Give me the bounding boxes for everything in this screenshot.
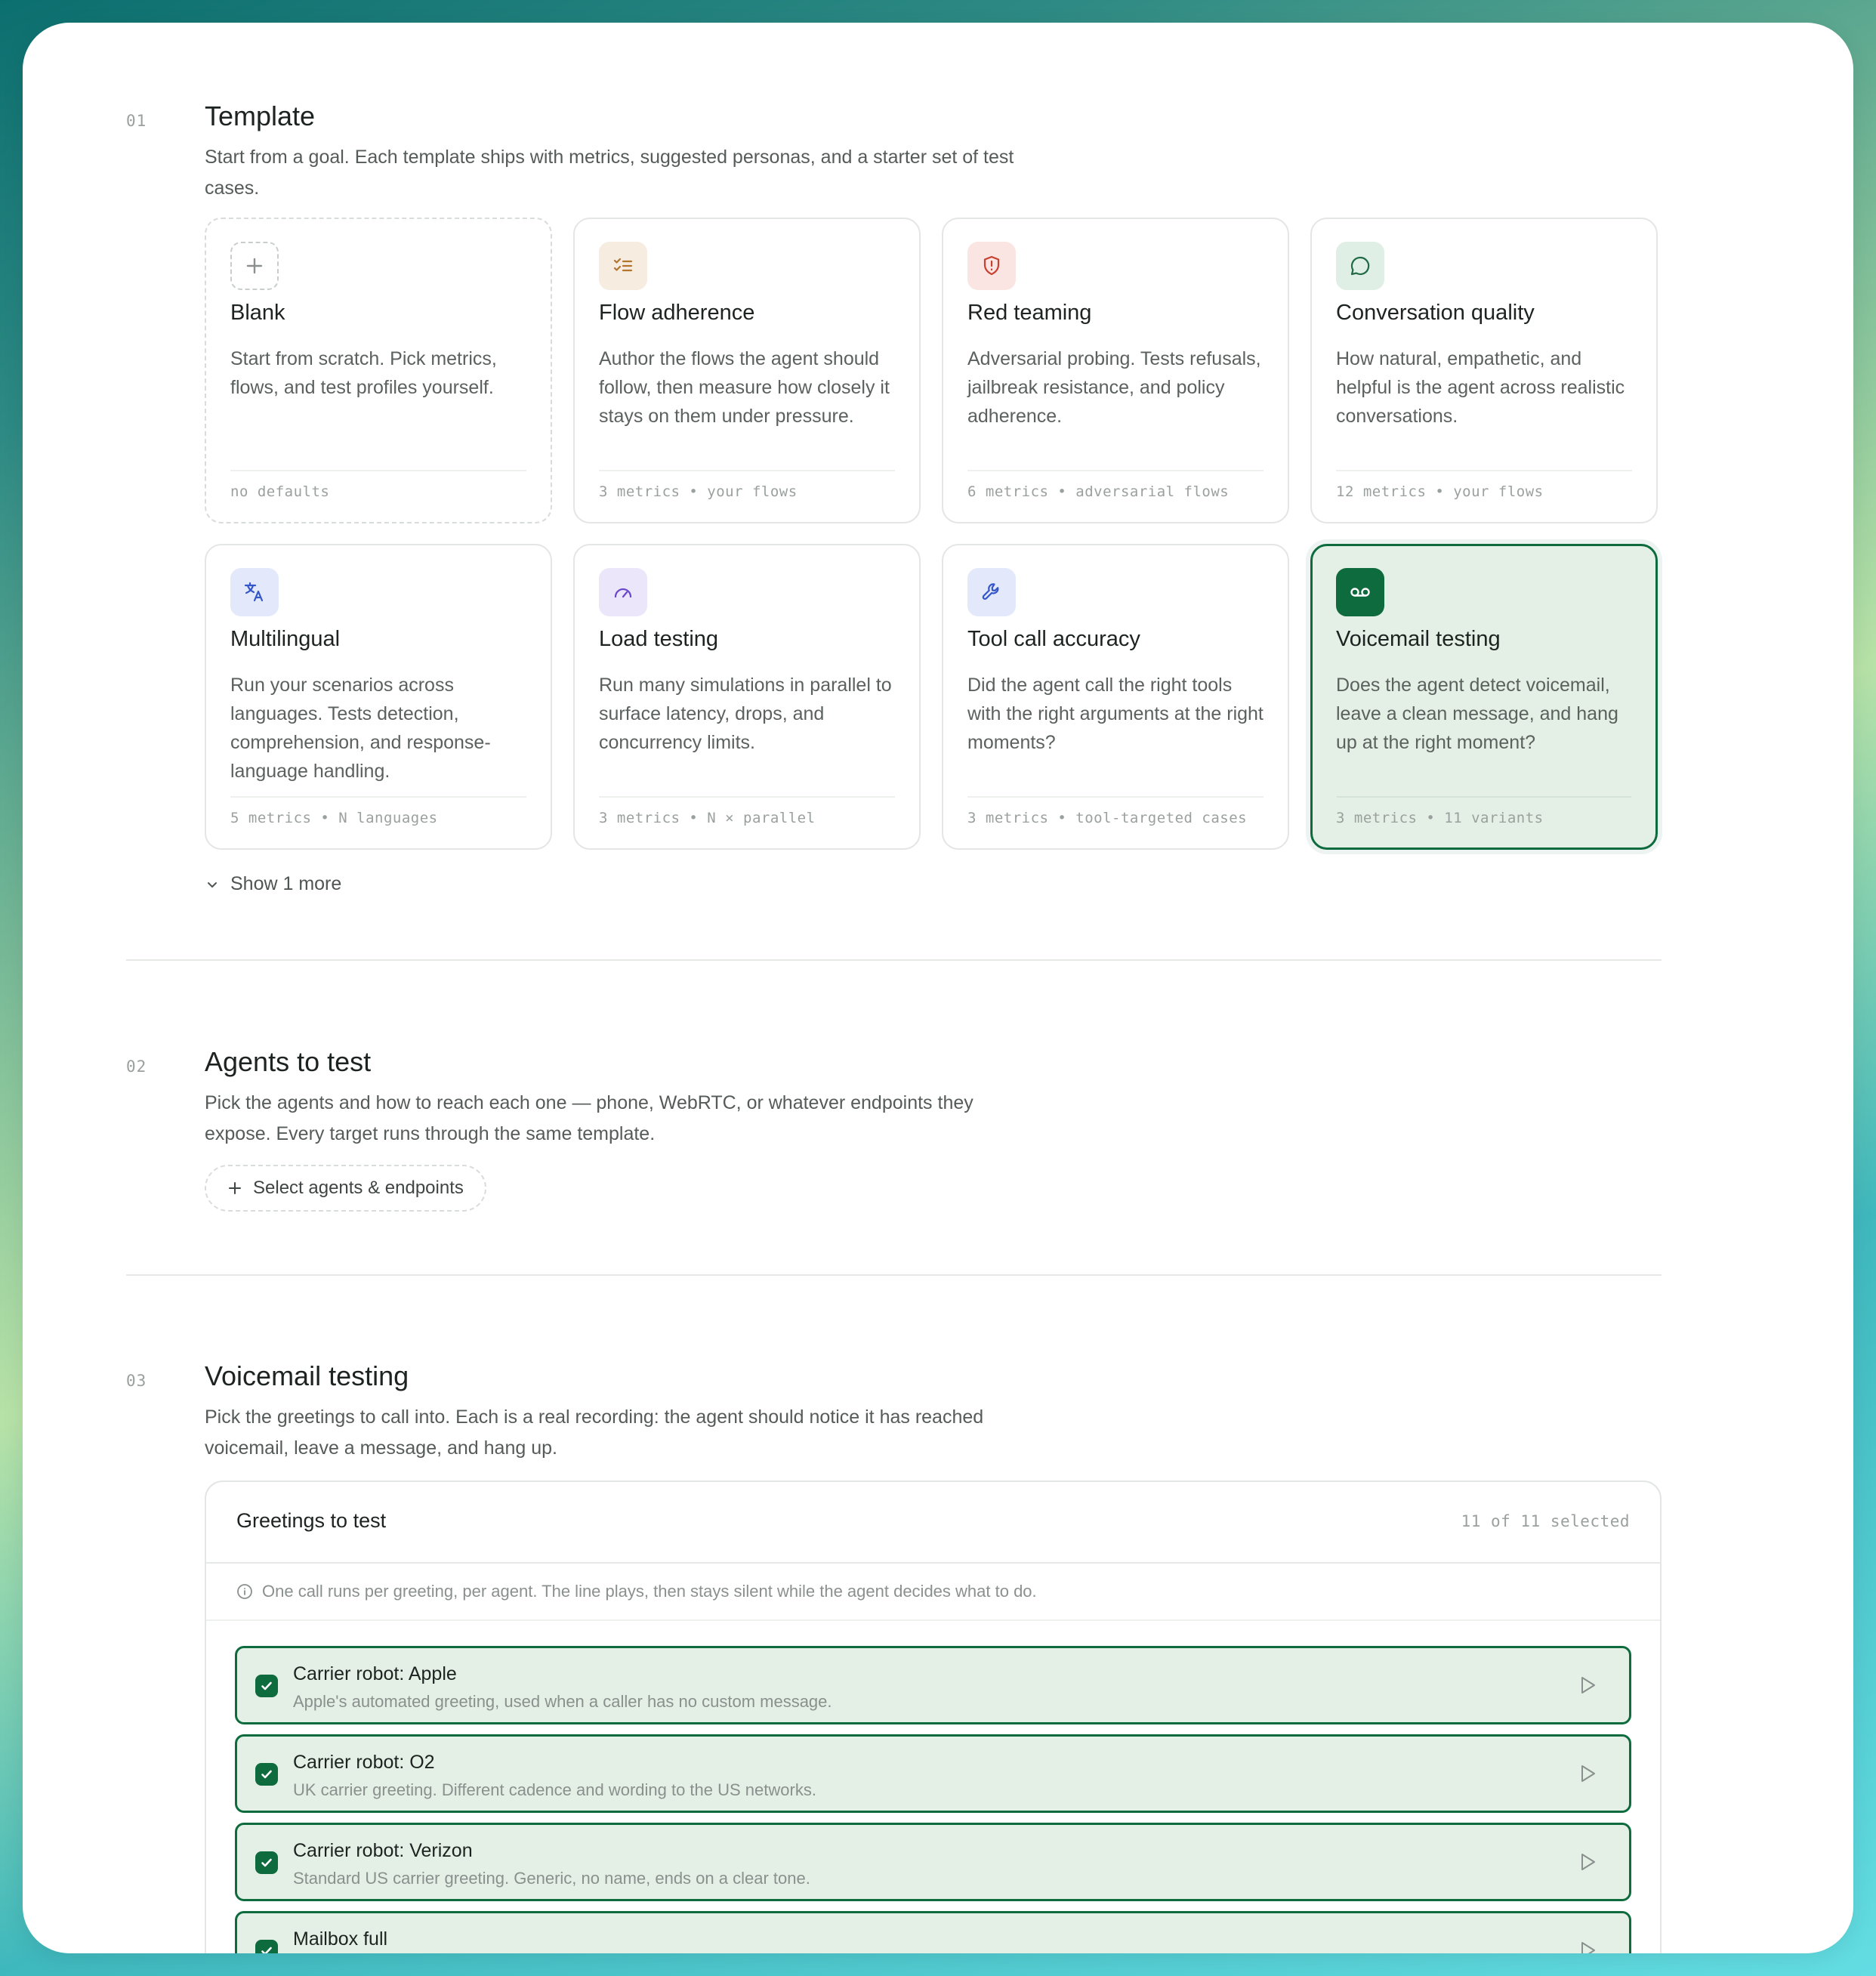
checkbox-checked[interactable]: [255, 1940, 278, 1953]
play-icon[interactable]: [1576, 1674, 1599, 1697]
template-card-tool-call-accuracy[interactable]: Tool call accuracy Did the agent call th…: [942, 544, 1289, 850]
check-icon: [261, 1681, 272, 1690]
template-card-desc: Did the agent call the right tools with …: [967, 675, 1264, 753]
select-agents-label: Select agents & endpoints: [253, 1178, 464, 1198]
check-icon: [261, 1947, 272, 1953]
template-card-title: Flow adherence: [599, 301, 755, 325]
greeting-item-carrier-o2[interactable]: Carrier robot: O2 UK carrier greeting. D…: [235, 1734, 1631, 1813]
template-card-voicemail-testing[interactable]: Voicemail testing Does the agent detect …: [1310, 544, 1658, 850]
template-card-title: Blank: [230, 301, 285, 325]
section-desc-template: Start from a goal. Each template ships w…: [205, 147, 1014, 199]
template-card-desc: Adversarial probing. Tests refusals, jai…: [967, 348, 1261, 427]
section-number: 03: [126, 1372, 147, 1390]
template-card-desc: How natural, empathetic, and helpful is …: [1336, 348, 1625, 427]
template-card-meta: 3 metrics • your flows: [599, 483, 798, 500]
template-card-red-teaming[interactable]: Red teaming Adversarial probing. Tests r…: [942, 218, 1289, 523]
template-card-title: Multilingual: [230, 627, 341, 651]
greetings-info: One call runs per greeting, per agent. T…: [206, 1564, 1660, 1621]
greetings-panel-header: Greetings to test 11 of 11 selected: [206, 1482, 1660, 1564]
template-card-meta: 12 metrics • your flows: [1336, 483, 1544, 500]
template-grid: Blank Start from scratch. Pick metrics, …: [205, 218, 1662, 852]
divider: [599, 470, 895, 471]
divider: [599, 796, 895, 798]
check-icon: [261, 1770, 272, 1779]
gauge-icon: [599, 568, 647, 616]
greeting-desc: UK carrier greeting. Different cadence a…: [293, 1780, 816, 1799]
divider: [1336, 470, 1632, 471]
template-card-desc: Run your scenarios across languages. Tes…: [230, 675, 491, 782]
voicemail-icon: [1336, 568, 1384, 616]
template-card-blank[interactable]: Blank Start from scratch. Pick metrics, …: [205, 218, 552, 523]
plus-icon: [230, 242, 279, 290]
greeting-desc: Apple's automated greeting, used when a …: [293, 1692, 832, 1711]
template-card-load-testing[interactable]: Load testing Run many simulations in par…: [573, 544, 921, 850]
template-card-title: Red teaming: [967, 301, 1092, 325]
template-card-desc: Does the agent detect voicemail, leave a…: [1336, 675, 1618, 753]
template-card-flow-adherence[interactable]: Flow adherence Author the flows the agen…: [573, 218, 921, 523]
template-card-desc: Author the flows the agent should follow…: [599, 348, 890, 427]
template-card-meta: 5 metrics • N languages: [230, 810, 438, 826]
divider: [967, 796, 1264, 798]
check-icon: [261, 1858, 272, 1867]
checkbox-checked[interactable]: [255, 1851, 278, 1874]
list-check-icon: [599, 242, 647, 290]
greeting-title: Carrier robot: Verizon: [293, 1840, 473, 1861]
plus-icon: [229, 1182, 241, 1194]
template-card-title: Tool call accuracy: [967, 627, 1140, 651]
wrench-icon: [967, 568, 1016, 616]
play-icon[interactable]: [1576, 1851, 1599, 1873]
divider: [230, 796, 526, 798]
template-card-meta: 3 metrics • 11 variants: [1336, 810, 1544, 826]
template-card-meta: no defaults: [230, 483, 330, 500]
show-more-toggle[interactable]: Show 1 more: [205, 873, 341, 895]
template-card-multilingual[interactable]: Multilingual Run your scenarios across l…: [205, 544, 552, 850]
section-title-template: Template: [205, 100, 316, 131]
section-number: 02: [126, 1057, 147, 1076]
template-card-desc: Start from scratch. Pick metrics, flows,…: [230, 348, 497, 398]
show-more-label: Show 1 more: [230, 873, 342, 894]
section-desc-voicemail: Pick the greetings to call into. Each is…: [205, 1406, 984, 1459]
greetings-panel-title: Greetings to test: [236, 1509, 387, 1532]
section-title-voicemail: Voicemail testing: [205, 1360, 409, 1391]
play-icon[interactable]: [1576, 1939, 1599, 1953]
section-divider: [126, 959, 1662, 961]
divider: [967, 470, 1264, 471]
section-divider: [126, 1274, 1662, 1276]
template-card-title: Conversation quality: [1336, 301, 1535, 325]
divider: [230, 470, 526, 471]
greeting-item-carrier-apple[interactable]: Carrier robot: Apple Apple's automated g…: [235, 1646, 1631, 1724]
template-card-meta: 3 metrics • tool-targeted cases: [967, 810, 1248, 826]
greeting-title: Mailbox full: [293, 1928, 388, 1950]
play-icon[interactable]: [1576, 1762, 1599, 1785]
greeting-item-mailbox-full[interactable]: Mailbox full: [235, 1911, 1631, 1953]
translate-icon: [230, 568, 279, 616]
greetings-selected-count: 11 of 11 selected: [1461, 1512, 1630, 1530]
shield-alert-icon: [967, 242, 1016, 290]
section-title-agents: Agents to test: [205, 1046, 372, 1077]
template-card-meta: 6 metrics • adversarial flows: [967, 483, 1230, 500]
greetings-info-text: One call runs per greeting, per agent. T…: [262, 1582, 1037, 1601]
template-card-title: Load testing: [599, 627, 719, 651]
greeting-title: Carrier robot: Apple: [293, 1663, 457, 1684]
chevron-down-icon: [208, 881, 217, 888]
section-desc-agents: Pick the agents and how to reach each on…: [205, 1092, 973, 1144]
greetings-panel: Greetings to test 11 of 11 selected One …: [205, 1480, 1662, 1953]
template-card-conversation-quality[interactable]: Conversation quality How natural, empath…: [1310, 218, 1658, 523]
checkbox-checked[interactable]: [255, 1763, 278, 1786]
info-icon: [237, 1584, 252, 1599]
divider: [1337, 796, 1631, 798]
template-card-desc: Run many simulations in parallel to surf…: [599, 675, 892, 753]
template-card-title: Voicemail testing: [1336, 627, 1501, 651]
select-agents-button[interactable]: Select agents & endpoints: [205, 1165, 486, 1212]
greeting-desc: Standard US carrier greeting. Generic, n…: [293, 1869, 810, 1888]
chat-bubble-icon: [1336, 242, 1384, 290]
section-number: 01: [126, 112, 147, 130]
greeting-item-carrier-verizon[interactable]: Carrier robot: Verizon Standard US carri…: [235, 1823, 1631, 1901]
checkbox-checked[interactable]: [255, 1675, 278, 1697]
template-card-meta: 3 metrics • N × parallel: [599, 810, 816, 826]
greeting-title: Carrier robot: O2: [293, 1752, 435, 1773]
main-card: 01 Template Start from a goal. Each temp…: [23, 23, 1853, 1953]
